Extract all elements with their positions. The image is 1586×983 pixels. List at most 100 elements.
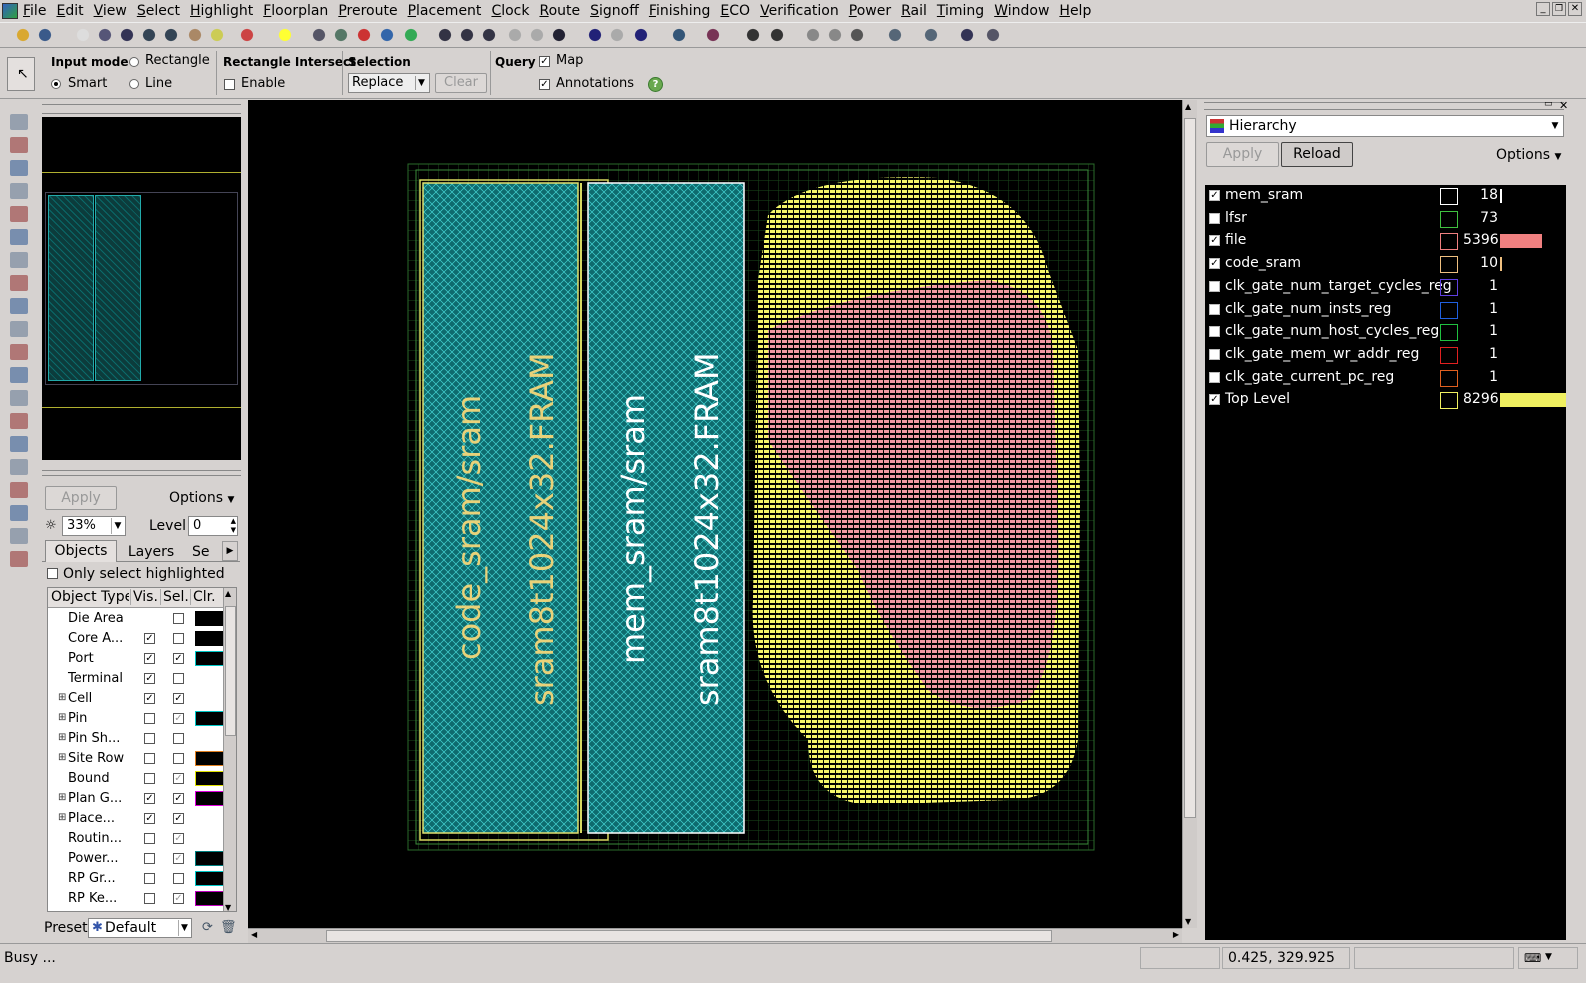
- filter-icon[interactable]: [768, 26, 786, 44]
- tab-settings[interactable]: Se: [192, 542, 214, 562]
- window-controls[interactable]: _ ❐ ✕: [1536, 2, 1582, 16]
- color-swatch[interactable]: [195, 891, 224, 906]
- move-up-icon[interactable]: [826, 26, 844, 44]
- col-object-type[interactable]: Object Type: [51, 589, 129, 605]
- layer-map-icon[interactable]: [670, 26, 688, 44]
- left-panel-divider[interactable]: [42, 470, 241, 476]
- fit-all-icon[interactable]: [632, 26, 650, 44]
- sort-icon[interactable]: [744, 26, 762, 44]
- close-icon[interactable]: ✕: [1568, 2, 1582, 16]
- panel-close-icon[interactable]: ✕: [1559, 99, 1568, 112]
- reload-button[interactable]: Reload: [1281, 142, 1353, 167]
- selectable-checkbox[interactable]: ✓: [173, 773, 184, 784]
- selectable-checkbox[interactable]: ✓: [173, 813, 184, 824]
- apply-button-left[interactable]: Apply: [45, 486, 117, 510]
- keyboard-icon[interactable]: ⌨: [1524, 951, 1541, 965]
- object-row[interactable]: ⊞ Pin ✓: [48, 709, 236, 729]
- object-row[interactable]: Terminal ✓: [48, 669, 236, 689]
- hierarchy-checkbox[interactable]: [1209, 371, 1220, 383]
- select-box-icon[interactable]: [10, 160, 28, 176]
- split-icon[interactable]: [10, 321, 28, 337]
- rectangle-radio[interactable]: [129, 57, 139, 67]
- menu-signoff[interactable]: Signoff: [585, 1, 644, 21]
- map-checkbox[interactable]: ✓: [539, 56, 550, 67]
- scroll-thumb[interactable]: [225, 606, 236, 736]
- visible-checkbox[interactable]: [144, 773, 155, 784]
- options-button-left[interactable]: Options ▼: [169, 490, 234, 506]
- hierarchy-row[interactable]: ✓ mem_sram 18: [1205, 185, 1566, 207]
- visible-checkbox[interactable]: [144, 713, 155, 724]
- color-swatch[interactable]: [195, 791, 224, 806]
- resize-icon[interactable]: [10, 252, 28, 268]
- brush-icon[interactable]: [310, 26, 328, 44]
- selectable-checkbox[interactable]: ✓: [173, 713, 184, 724]
- save-icon[interactable]: [36, 26, 54, 44]
- zoom-in-icon[interactable]: [140, 26, 158, 44]
- save-preset-icon[interactable]: ⟳: [202, 920, 213, 935]
- canvas-vscrollbar[interactable]: ▲ ▼: [1182, 100, 1197, 928]
- smart-radio[interactable]: [51, 79, 61, 89]
- hierarchy-checkbox[interactable]: [1209, 348, 1220, 360]
- scroll-down-icon[interactable]: ▼: [225, 903, 231, 911]
- zoom-3-icon[interactable]: [480, 26, 498, 44]
- apply-button-right[interactable]: Apply: [1206, 142, 1279, 167]
- group-icon[interactable]: [10, 183, 28, 199]
- settings-icon[interactable]: [984, 26, 1002, 44]
- color-swatch[interactable]: [195, 611, 224, 626]
- align-rows-icon[interactable]: [10, 344, 28, 360]
- menu-file[interactable]: File: [18, 1, 51, 21]
- only-select-highlighted-checkbox[interactable]: [47, 568, 58, 579]
- object-row[interactable]: Core A... ✓: [48, 629, 236, 649]
- line-radio[interactable]: [129, 79, 139, 89]
- info-icon[interactable]: [118, 26, 136, 44]
- level-spinbox[interactable]: 0 ▲ ▼: [188, 516, 238, 536]
- zoom-box-icon[interactable]: [550, 26, 568, 44]
- object-row[interactable]: ⊞ Place... ✓ ✓: [48, 809, 236, 829]
- move-down-icon[interactable]: [804, 26, 822, 44]
- hierarchy-checkbox[interactable]: ✓: [1209, 394, 1220, 406]
- visible-checkbox[interactable]: [144, 893, 155, 904]
- color-swatch[interactable]: [195, 651, 224, 666]
- copy-icon[interactable]: [10, 206, 28, 222]
- chevron-down-icon[interactable]: ▼: [1545, 952, 1552, 962]
- selectable-checkbox[interactable]: ✓: [173, 693, 184, 704]
- rect-icon[interactable]: [10, 459, 28, 475]
- object-row[interactable]: RP Ke... ✓: [48, 889, 236, 909]
- zoom-out-icon[interactable]: [162, 26, 180, 44]
- menu-route[interactable]: Route: [534, 1, 585, 21]
- pencil-icon[interactable]: [96, 26, 114, 44]
- report-icon[interactable]: [958, 26, 976, 44]
- expand-icon[interactable]: ⊞: [58, 712, 66, 723]
- hierarchy-checkbox[interactable]: [1209, 280, 1220, 292]
- color-map-icon[interactable]: [704, 26, 722, 44]
- pointer-icon[interactable]: [10, 436, 28, 452]
- hierarchy-color-swatch[interactable]: [1440, 346, 1458, 364]
- delete-icon[interactable]: [10, 275, 28, 291]
- menu-power[interactable]: Power: [844, 1, 896, 21]
- selectable-checkbox[interactable]: [173, 673, 184, 684]
- object-row[interactable]: Power... ✓: [48, 849, 236, 869]
- visible-checkbox[interactable]: [144, 833, 155, 844]
- menu-timing[interactable]: Timing: [932, 1, 989, 21]
- layout-canvas[interactable]: code_sram/sram sram8t1024x32.FRAM mem_sr…: [248, 100, 1182, 928]
- preset-select[interactable]: ✱ Default ▼: [88, 918, 192, 938]
- visible-checkbox[interactable]: ✓: [144, 813, 155, 824]
- select-mode-icon[interactable]: ↖: [7, 57, 35, 91]
- hierarchy-checkbox[interactable]: [1209, 326, 1220, 338]
- color-swatch[interactable]: [195, 871, 224, 886]
- enable-checkbox[interactable]: [224, 79, 235, 90]
- hierarchy-dropdown[interactable]: Hierarchy ▼: [1206, 115, 1564, 137]
- menu-view[interactable]: View: [89, 1, 132, 21]
- snap-icon[interactable]: [378, 26, 396, 44]
- col-clr[interactable]: Clr.: [190, 589, 216, 605]
- hierarchy-row[interactable]: clk_gate_mem_wr_addr_reg 1: [1205, 344, 1566, 366]
- hierarchy-row[interactable]: lfsr 73: [1205, 208, 1566, 230]
- scroll-down-icon[interactable]: ▼: [1185, 917, 1191, 926]
- menu-eco[interactable]: ECO: [715, 1, 755, 21]
- scroll-up-icon[interactable]: ▲: [1185, 102, 1191, 111]
- selection-dropdown[interactable]: Replace ▼: [348, 73, 430, 93]
- color-swatch[interactable]: [195, 771, 224, 786]
- selectable-checkbox[interactable]: [173, 733, 184, 744]
- select-arrow-icon[interactable]: [74, 26, 92, 44]
- route-icon[interactable]: [332, 26, 350, 44]
